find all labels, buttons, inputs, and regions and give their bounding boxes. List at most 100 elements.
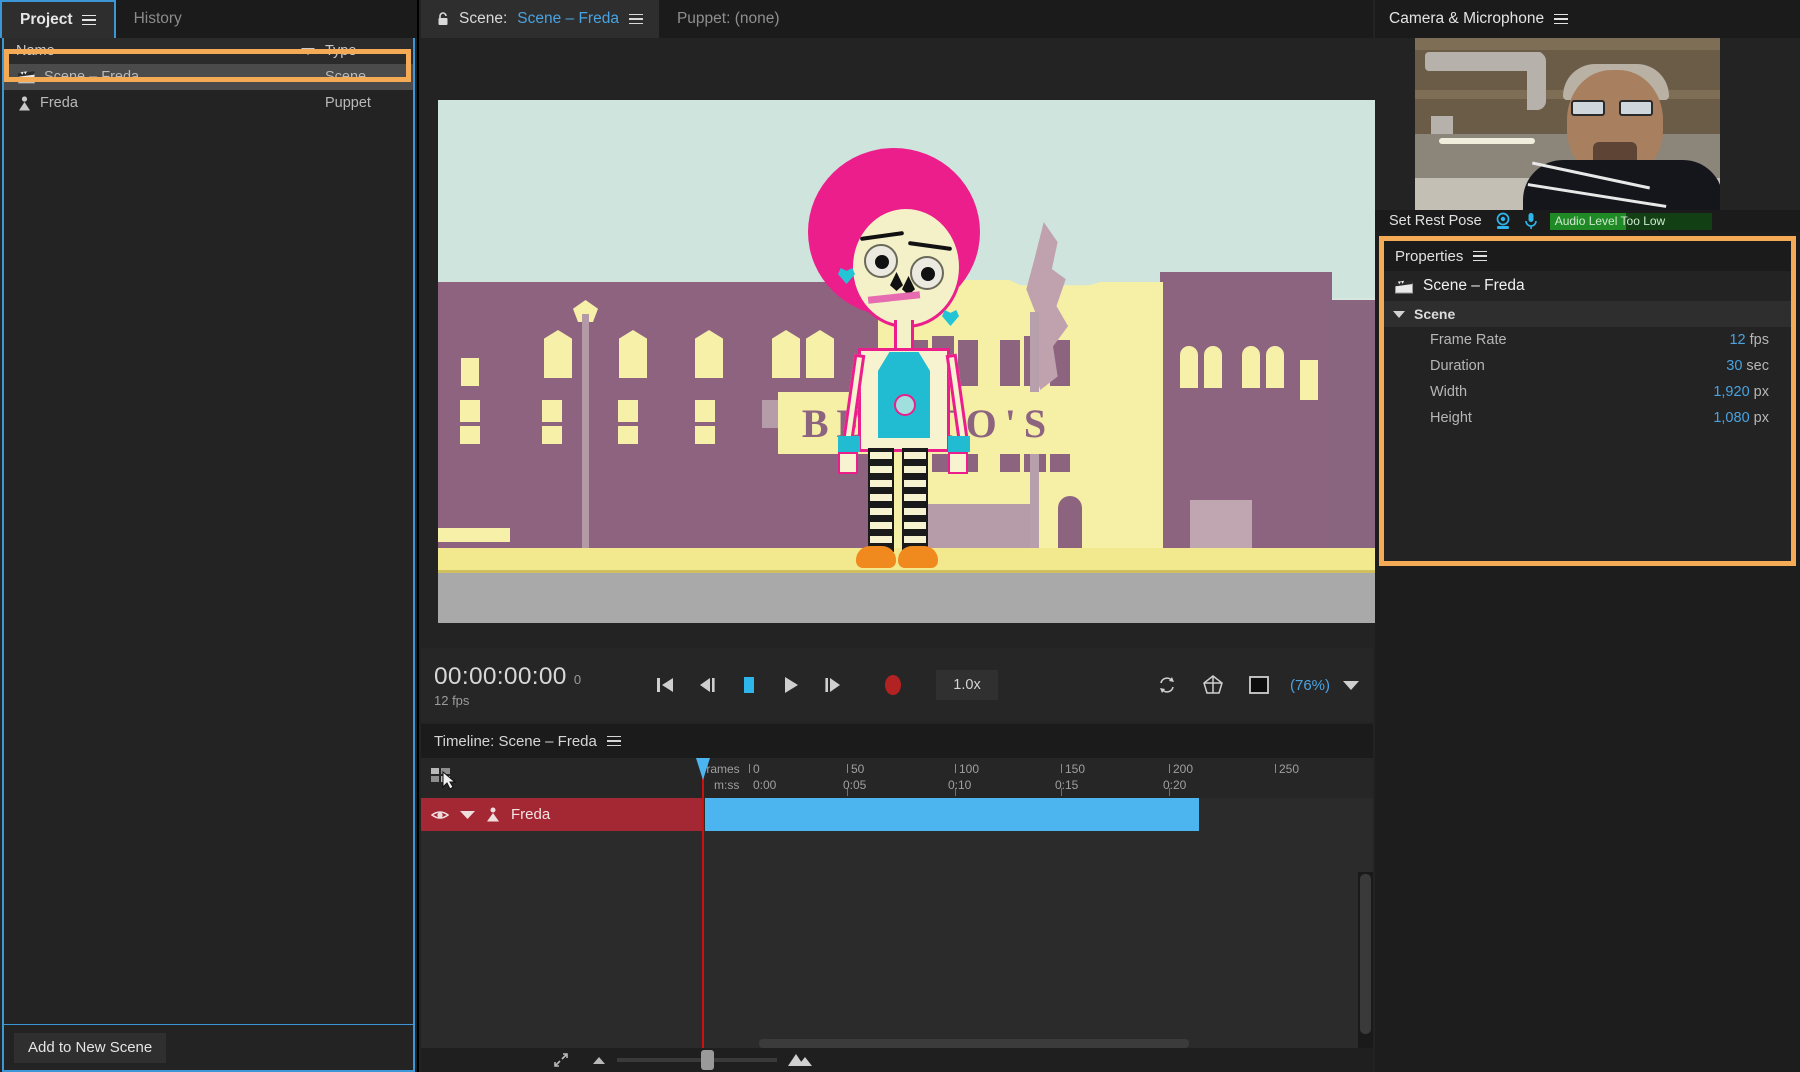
camera-preview[interactable] (1415, 38, 1720, 210)
refresh-button[interactable] (1146, 666, 1188, 704)
lock-icon[interactable] (437, 12, 449, 26)
property-duration[interactable]: Duration 30 sec (1384, 353, 1791, 379)
window (695, 426, 715, 444)
timeline-clip-freda[interactable] (705, 798, 1199, 831)
window (695, 330, 723, 378)
step-forward-button[interactable] (812, 666, 854, 704)
playhead-line[interactable] (702, 758, 704, 1048)
add-to-new-scene-button[interactable]: Add to New Scene (14, 1033, 166, 1063)
set-rest-pose-button[interactable]: Set Rest Pose (1389, 213, 1482, 229)
step-backward-icon (697, 676, 717, 694)
record-button[interactable] (872, 666, 914, 704)
property-key: Width (1430, 384, 1467, 400)
window (618, 426, 638, 444)
tab-project-label: Project (20, 11, 73, 29)
application-window: Project History Name Type (0, 0, 1800, 1072)
table-row[interactable]: Scene – Freda Scene (4, 64, 413, 90)
properties-object-name: Scene – Freda (1423, 277, 1525, 295)
scene-menu-icon[interactable] (629, 14, 643, 25)
cuff-right (948, 436, 970, 452)
timeline-ruler[interactable]: frames m:ss 0 0:00 50 0:05 100 0:10 150 … (703, 758, 1373, 798)
transport-bar: 00:00:00:00 0 12 fps (421, 648, 1373, 722)
puppet-icon (486, 807, 500, 822)
puppet-freda[interactable] (790, 148, 980, 558)
shop-awning (438, 528, 510, 542)
expand-arrows-icon[interactable] (553, 1052, 569, 1068)
playback-speed-button[interactable]: 1.0x (936, 670, 998, 700)
flower-brooch (894, 394, 916, 416)
project-column-headers: Name Type (4, 38, 413, 64)
timeline-horizontal-scrollbar[interactable] (759, 1039, 1189, 1048)
property-key: Height (1430, 410, 1472, 426)
sort-descending-icon[interactable] (301, 48, 315, 55)
eye-left (864, 244, 898, 278)
property-frame-rate[interactable]: Frame Rate 12 fps (1384, 327, 1791, 353)
ruler-frame-tick: 200 (1173, 762, 1193, 776)
play-button[interactable] (770, 666, 812, 704)
project-list: Name Type Scene – Freda Scene (2, 38, 415, 1024)
tab-scene[interactable]: Scene: Scene – Freda (421, 0, 659, 38)
stop-button[interactable] (728, 666, 770, 704)
track-expand-chevron-icon[interactable] (460, 810, 475, 820)
tab-history[interactable]: History (116, 0, 200, 38)
property-value: 12 fps (1729, 332, 1769, 348)
timeline-tracks: Freda (421, 798, 1373, 1048)
row-name-label: Freda (40, 95, 78, 111)
step-back-button[interactable] (686, 666, 728, 704)
track-header-freda[interactable]: Freda (421, 798, 703, 831)
selection-tool-icon[interactable] (430, 764, 458, 790)
eye-right (910, 256, 944, 290)
properties-menu-icon[interactable] (1473, 251, 1487, 262)
origin-diamond-icon (1202, 674, 1224, 696)
project-tabbar: Project History (0, 0, 417, 38)
camera-panel-title: Camera & Microphone (1389, 10, 1544, 28)
project-menu-icon[interactable] (82, 15, 96, 26)
property-key: Frame Rate (1430, 332, 1507, 348)
tab-puppet[interactable]: Puppet: (none) (659, 0, 798, 38)
table-row[interactable]: Freda Puppet (4, 90, 413, 116)
timeline-menu-icon[interactable] (607, 736, 621, 747)
shoe-left (856, 546, 896, 568)
timeline-vertical-scrollbar[interactable] (1358, 872, 1373, 1072)
ruler-frame-tick: 0 (753, 762, 760, 776)
slider-knob[interactable] (701, 1050, 714, 1070)
visibility-eye-icon[interactable] (431, 809, 449, 821)
timeline-footer (421, 1048, 1373, 1072)
microphone-icon[interactable] (1524, 212, 1538, 230)
leg-left (868, 448, 894, 552)
tab-project[interactable]: Project (0, 0, 116, 38)
column-header-name[interactable]: Name (4, 43, 301, 59)
zoom-in-mountain-icon[interactable] (787, 1053, 813, 1067)
window (460, 400, 480, 422)
lamp-post-left (582, 314, 589, 574)
shoe-right (898, 546, 938, 568)
zoom-out-mountain-icon[interactable] (591, 1055, 607, 1065)
webcam-icon[interactable] (1494, 212, 1512, 230)
property-width[interactable]: Width 1,920 px (1384, 379, 1791, 405)
clapperboard-icon (18, 70, 35, 84)
row-name-label: Scene – Freda (44, 69, 139, 85)
scrollbar-thumb[interactable] (1360, 874, 1371, 1034)
window (1000, 340, 1020, 386)
stop-square-icon (740, 676, 758, 694)
row-name-cell: Freda (4, 95, 325, 111)
properties-group-scene[interactable]: Scene (1384, 301, 1791, 327)
scene-canvas[interactable]: BENITO'S (438, 100, 1375, 623)
property-height[interactable]: Height 1,080 px (1384, 405, 1791, 431)
timeline-zoom-slider[interactable] (617, 1058, 777, 1062)
property-number: 12 (1729, 332, 1745, 348)
go-to-start-button[interactable] (644, 666, 686, 704)
zoom-dropdown-icon[interactable] (1343, 681, 1359, 690)
audio-level-label: Audio Level Too Low (1555, 213, 1666, 230)
column-header-type[interactable]: Type (325, 43, 413, 59)
camera-menu-icon[interactable] (1554, 14, 1568, 25)
timecode-display[interactable]: 00:00:00:00 0 (434, 663, 644, 691)
group-collapse-caret-icon[interactable] (1393, 311, 1405, 318)
lens-right (1619, 100, 1653, 116)
property-value: 1,080 px (1713, 410, 1769, 426)
row-type-label: Puppet (325, 95, 413, 111)
origin-button[interactable] (1192, 666, 1234, 704)
fit-frame-button[interactable] (1238, 666, 1280, 704)
zoom-level-label[interactable]: (76%) (1290, 677, 1330, 694)
building-far-right (1328, 300, 1375, 558)
